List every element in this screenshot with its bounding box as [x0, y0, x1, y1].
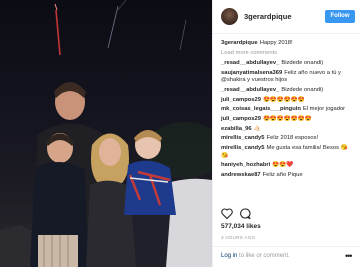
comment-text: 😍😍😍😍😍😍 — [262, 96, 305, 103]
post-actions — [221, 208, 355, 220]
comment-user[interactable]: andrewskae87 — [221, 172, 261, 178]
comment-user[interactable]: mirellis_candy5 — [221, 135, 265, 141]
family-photo-illustration — [0, 0, 212, 267]
comment-user[interactable]: juli_campos29 — [221, 116, 261, 122]
comment-user[interactable]: saujanyatimalsena369 — [221, 70, 282, 76]
comment-item: _resad__abdullayev_ Bizdede onandi) — [221, 87, 355, 94]
comment-text: Bizdede onandi) — [281, 60, 324, 67]
comment-item: juli_campos29 😍😍😍😍😍😍 — [221, 97, 355, 104]
caption-user[interactable]: 3gerardpique — [221, 40, 258, 46]
comment-text: 😍😍❤️ — [272, 162, 294, 169]
comment-text: Bizdede onandi) — [281, 86, 324, 93]
comment-icon[interactable] — [239, 208, 251, 219]
comment-text: 😍😍😍😍😍😍😍 — [262, 116, 312, 123]
login-prompt: Log in to like or comment. — [221, 253, 290, 259]
follow-button[interactable]: Follow — [325, 10, 355, 23]
login-footer: Log in to like or comment. ••• — [213, 246, 360, 267]
comment-user[interactable]: mirellis_candy5 — [221, 145, 265, 151]
comment-item: haniyeh_hozhabri 😍😍❤️ — [221, 162, 355, 169]
like-count[interactable]: 577,034 likes — [221, 223, 261, 230]
comment-text: Feliz 2018 esposos! — [266, 135, 319, 142]
comment-item: mirellis_candy5 Me gusta esa familia! Bes… — [221, 145, 355, 160]
load-more-comments[interactable]: Load more comments — [221, 50, 355, 57]
comment-user[interactable]: _resad__abdullayev_ — [221, 60, 279, 66]
avatar[interactable] — [221, 8, 238, 25]
login-rest: to like or comment. — [237, 253, 290, 259]
comment-item: ezabilla_96 🤙🏻 — [221, 126, 355, 133]
login-link[interactable]: Log in — [221, 253, 237, 259]
caption: 3gerardpique Happy 2018! — [221, 40, 355, 47]
comment-item: mk_coisas_legais___pinguin El mejor jogad… — [221, 106, 355, 113]
post-photo[interactable] — [0, 0, 212, 267]
post-timestamp: 3 HOURS AGO — [221, 235, 256, 240]
heart-icon[interactable] — [221, 208, 233, 219]
comment-text: Feliz año Pique — [262, 171, 303, 178]
comment-user[interactable]: _resad__abdullayev_ — [221, 87, 279, 93]
comment-text: El mejor jogador — [302, 106, 346, 113]
caption-text: Happy 2018! — [259, 40, 293, 46]
post-header: 3gerardpique Follow — [213, 0, 360, 34]
comment-item: juli_campos29 😍😍😍😍😍😍😍 — [221, 116, 355, 123]
comment-item: _resad__abdullayev_ Bizdede onandi) — [221, 60, 355, 67]
comment-item: mirellis_candy5 Feliz 2018 esposos! — [221, 135, 355, 142]
comment-user[interactable]: juli_campos29 — [221, 97, 261, 103]
comment-user[interactable]: ezabilla_96 — [221, 126, 252, 132]
comment-item: saujanyatimalsena369 Feliz año nuevo a tú… — [221, 70, 355, 85]
comments-list: 3gerardpique Happy 2018! Load more commen… — [221, 40, 355, 182]
comment-user[interactable]: mk_coisas_legais___pinguin — [221, 106, 301, 112]
comment-item: andrewskae87 Feliz año Pique — [221, 172, 355, 179]
post-sidebar: 3gerardpique Follow 3gerardpique Happy 20… — [212, 0, 360, 267]
comment-text: 🤙🏻 — [253, 125, 261, 132]
more-options-icon[interactable]: ••• — [345, 251, 353, 261]
comment-user[interactable]: haniyeh_hozhabri — [221, 162, 270, 168]
post-username[interactable]: 3gerardpique — [244, 12, 292, 21]
